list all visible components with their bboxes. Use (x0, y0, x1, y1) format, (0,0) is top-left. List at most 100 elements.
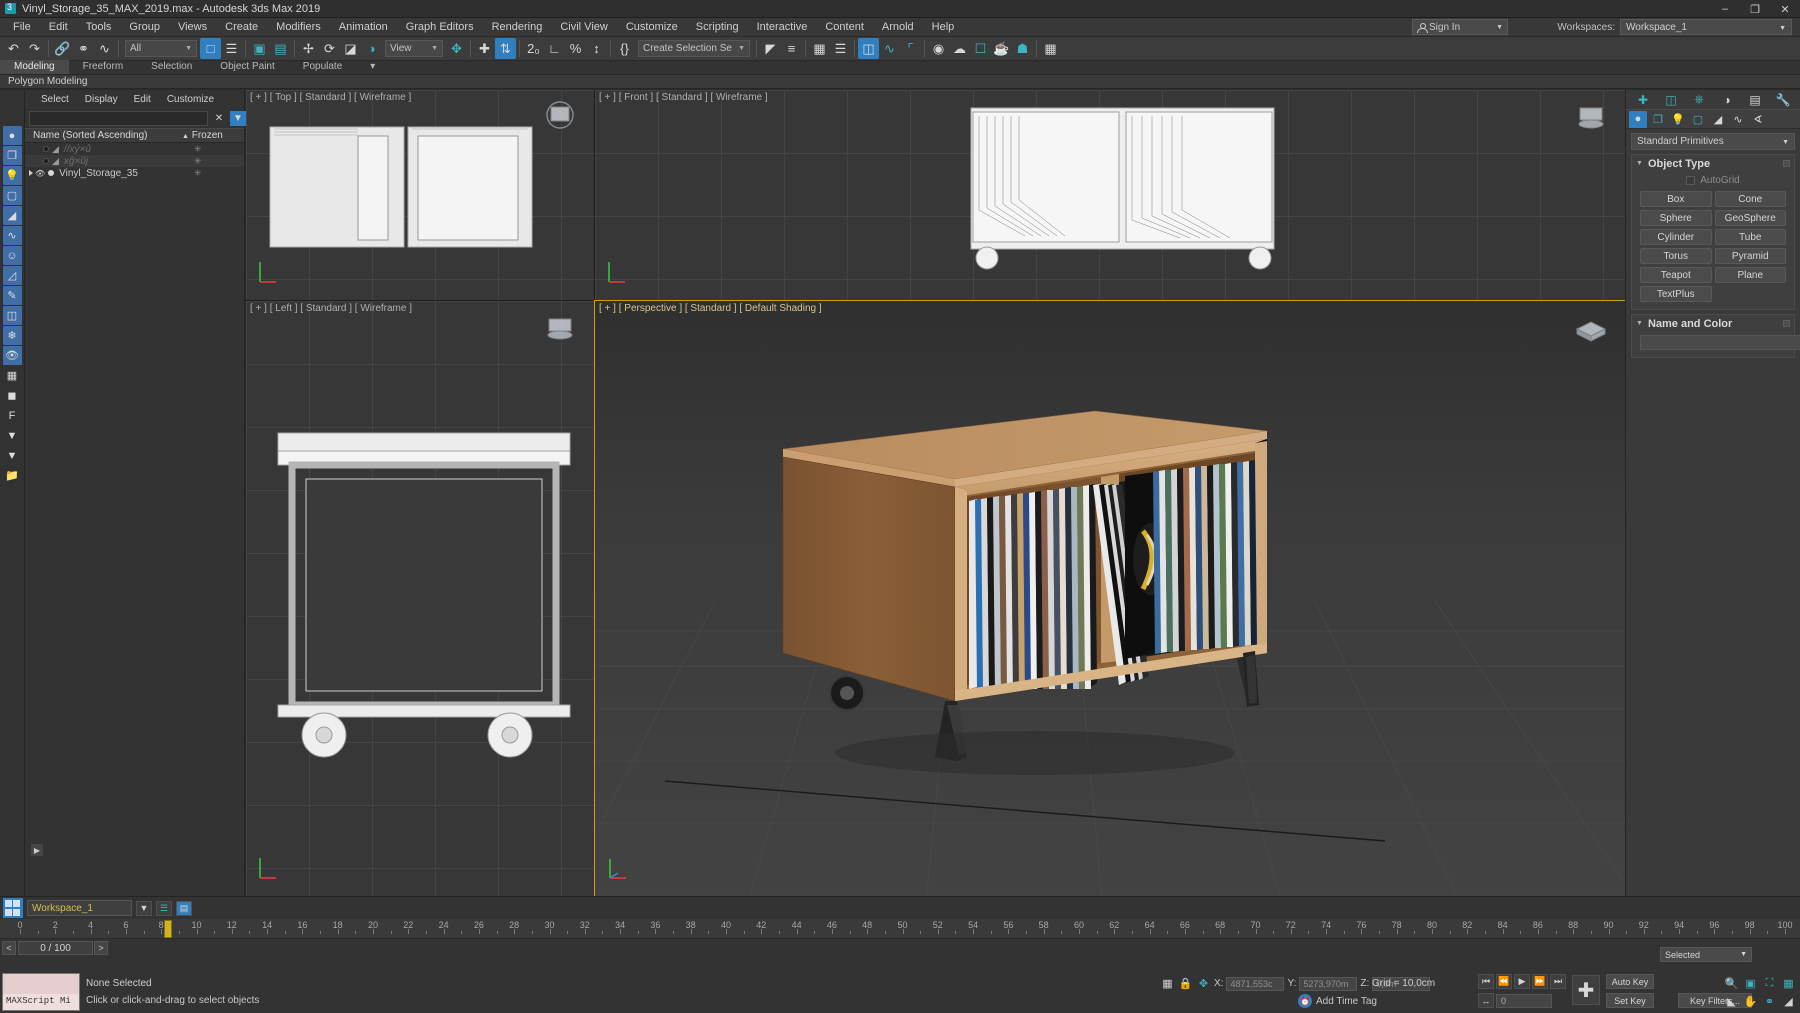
viewport-perspective-label[interactable]: [ + ] [ Perspective ] [ Standard ] [ Def… (599, 303, 822, 314)
viewport-left-label[interactable]: [ + ] [ Left ] [ Standard ] [ Wireframe … (250, 303, 412, 314)
select-object-icon[interactable]: □ (200, 38, 221, 59)
redo-icon[interactable]: ↷ (24, 38, 45, 59)
goto-end-icon[interactable]: ⏭ (1550, 974, 1566, 989)
zoom-icon[interactable]: 🔍 (1724, 976, 1739, 991)
time-slider-track[interactable]: 0 2 4 6 8 10 12 14 16 18 20 22 24 26 28 30 32 34 36 38 40 42 4… (0, 919, 1800, 939)
edit-named-selection-sets-icon[interactable]: {} (614, 38, 635, 59)
scene-structure-icon[interactable]: ▤ (176, 900, 192, 916)
menu-interactive[interactable]: Interactive (748, 18, 817, 37)
maximize-viewport-icon[interactable]: ◢ (1781, 994, 1796, 1009)
ribbon-tab-selection[interactable]: Selection (137, 60, 206, 74)
ribbon-tab-modeling[interactable]: Modeling (0, 60, 69, 74)
menu-create[interactable]: Create (216, 18, 267, 37)
isolate-selection-icon[interactable]: ▦ (1160, 976, 1175, 991)
cameras-icon[interactable]: ▢ (2, 186, 22, 205)
set-keys-button[interactable]: ✚ (1572, 975, 1600, 1005)
previous-frame-icon[interactable]: ⏪ (1496, 974, 1512, 989)
curve-editor-icon[interactable]: ∿ (879, 38, 900, 59)
play-animation-icon[interactable]: ▶ (1514, 974, 1530, 989)
table-row[interactable]: ◢ //xý×û ✳ (25, 143, 244, 155)
clear-search-icon[interactable]: ✕ (211, 111, 227, 126)
undo-icon[interactable]: ↶ (3, 38, 24, 59)
zoom-extents-icon[interactable]: ⛶ (1762, 976, 1777, 991)
expand-arrow-icon[interactable] (29, 170, 33, 176)
explorer-menu-edit[interactable]: Edit (134, 94, 151, 105)
key-selection-filter[interactable]: Selected ▼ (1660, 947, 1752, 962)
reference-coordinate-combo[interactable]: View ▼ (385, 40, 443, 57)
frozen-state[interactable]: ✳ (182, 156, 244, 167)
render-setup-icon[interactable]: ☁ (949, 38, 970, 59)
viewport-perspective[interactable]: [ + ] [ Perspective ] [ Standard ] [ Def… (594, 300, 1626, 897)
orbit-icon[interactable]: ⚭ (1762, 994, 1777, 1009)
visibility-eye-icon[interactable]: 👁 (2, 346, 22, 365)
spinner-snap-icon[interactable]: ↕ (586, 38, 607, 59)
workspace-dropdown[interactable]: Workspace_1 ▼ (1620, 19, 1792, 35)
schematic-view-icon[interactable]: ⌜ (900, 38, 921, 59)
grid-display-icon[interactable]: ▦ (3, 366, 22, 385)
container-icon[interactable]: ◫ (2, 306, 22, 325)
lights-icon[interactable]: 💡 (1669, 111, 1687, 128)
box-button[interactable]: Box (1640, 191, 1712, 207)
create-tab[interactable]: ✚ (1633, 91, 1654, 108)
menu-graph-editors[interactable]: Graph Editors (397, 18, 483, 37)
display-tab[interactable]: ▤ (1745, 91, 1766, 108)
torus-button[interactable]: Torus (1640, 248, 1712, 264)
paint-icon[interactable]: ✎ (2, 286, 22, 305)
zoom-region-icon[interactable]: ▦ (1781, 976, 1796, 991)
helpers-icon[interactable]: ◢ (1709, 111, 1727, 128)
filter-funnel-icon[interactable]: ▼ (230, 110, 246, 126)
frozen-state[interactable]: ✳ (182, 144, 244, 155)
menu-help[interactable]: Help (923, 18, 964, 37)
explorer-menu-customize[interactable]: Customize (167, 94, 214, 105)
render-production-icon[interactable]: ☕ (991, 38, 1012, 59)
use-pivot-center-icon[interactable]: ✥ (446, 38, 467, 59)
column-frozen-header[interactable]: ▲ Frozen (182, 130, 244, 141)
folder-icon[interactable]: 📁 (3, 466, 22, 485)
zoom-all-icon[interactable]: ▣ (1743, 976, 1758, 991)
create-selection-set-combo[interactable]: Create Selection Se ▼ (638, 40, 750, 57)
eye-icon[interactable]: 👁 (35, 169, 45, 178)
snowflake-icon[interactable]: ❄ (2, 326, 22, 345)
field-of-view-icon[interactable]: ◣ (1724, 994, 1739, 1009)
utilities-tab[interactable]: 🔧 (1773, 91, 1794, 108)
view-cube-top[interactable] (538, 100, 582, 134)
textplus-button[interactable]: TextPlus (1640, 286, 1712, 302)
menu-arnold[interactable]: Arnold (873, 18, 923, 37)
hierarchy-tab[interactable]: ⎈ (1689, 91, 1710, 108)
geosphere-button[interactable]: GeoSphere (1714, 210, 1786, 226)
select-and-move-icon[interactable]: ✢ (298, 38, 319, 59)
key-mode-toggle-icon[interactable]: ↔ (1478, 993, 1494, 1008)
view-cube-front[interactable] (1569, 100, 1613, 134)
tube-button[interactable]: Tube (1714, 229, 1786, 245)
display-sphere-icon[interactable]: ● (2, 126, 22, 145)
viewport-top-label[interactable]: [ + ] [ Top ] [ Standard ] [ Wireframe ] (250, 92, 411, 103)
space-warps-icon[interactable]: ∿ (1729, 111, 1747, 128)
layers-stack-icon[interactable]: ☰ (156, 900, 172, 916)
pin-icon[interactable] (1783, 320, 1790, 327)
menu-views[interactable]: Views (169, 18, 216, 37)
add-time-tag-row[interactable]: ⏰ Add Time Tag (1298, 994, 1377, 1008)
coord-x-field[interactable]: 4871,553c (1226, 976, 1285, 991)
particle-icon[interactable]: ◿ (2, 266, 22, 285)
current-frame-field[interactable]: 0 (1496, 993, 1552, 1008)
menu-rendering[interactable]: Rendering (483, 18, 552, 37)
explorer-menu-display[interactable]: Display (85, 94, 118, 105)
select-by-name-icon[interactable]: ☰ (221, 38, 242, 59)
menu-file[interactable]: File (4, 18, 40, 37)
window-crossing-toggle-icon[interactable]: ▤ (270, 38, 291, 59)
column-name-header[interactable]: Name (Sorted Ascending) (25, 130, 182, 141)
ribbon-overflow-icon[interactable]: ▾ (356, 60, 389, 74)
next-frame-button[interactable]: > (94, 941, 108, 955)
layers-icon[interactable]: ❐ (2, 146, 22, 165)
prev-frame-button[interactable]: < (2, 941, 16, 955)
maxscript-mini-listener[interactable]: MAXScript Mi (2, 973, 80, 1011)
toggle-ribbon-icon[interactable]: ◫ (858, 38, 879, 59)
cone-button[interactable]: Cone (1714, 191, 1786, 207)
select-and-scale-icon[interactable]: ◪ (340, 38, 361, 59)
snap-2d-icon[interactable]: 2₀ (523, 38, 544, 59)
menu-group[interactable]: Group (120, 18, 169, 37)
time-ruler[interactable]: 0 2 4 6 8 10 12 14 16 18 20 22 24 26 28 30 32 34 36 38 40 42 4… (0, 919, 1800, 939)
select-and-link-icon[interactable]: 🔗 (52, 38, 73, 59)
menu-customize[interactable]: Customize (617, 18, 687, 37)
ribbon-tab-freeform[interactable]: Freeform (69, 60, 138, 74)
